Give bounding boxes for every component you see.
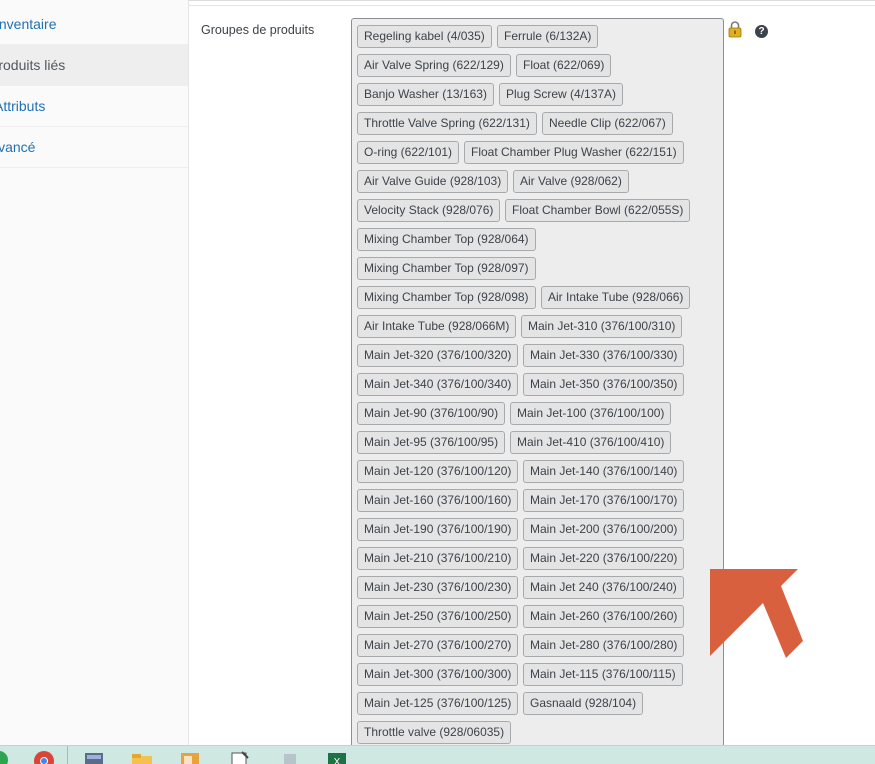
chrome-icon[interactable] <box>33 749 55 764</box>
calculator-icon[interactable] <box>83 749 105 764</box>
product-group-tag[interactable]: Main Jet-350 (376/100/350) <box>523 373 685 396</box>
product-group-tag[interactable]: Throttle Valve Spring (622/131) <box>357 112 537 135</box>
tab-linked-products[interactable]: Produits liés <box>0 45 188 86</box>
product-group-tag[interactable]: Main Jet-280 (376/100/280) <box>523 634 685 657</box>
product-group-tag[interactable]: Plug Screw (4/137A) <box>499 83 624 106</box>
product-group-tag[interactable]: Main Jet-340 (376/100/340) <box>357 373 519 396</box>
notepad-icon[interactable] <box>228 749 250 764</box>
product-group-tag[interactable]: Main Jet-160 (376/100/160) <box>357 489 519 512</box>
product-group-tag[interactable]: Main Jet-90 (376/100/90) <box>357 402 506 425</box>
tab-attributes[interactable]: Attributs <box>0 86 188 127</box>
product-group-tag[interactable]: Banjo Washer (13/163) <box>357 83 494 106</box>
product-group-tag[interactable]: Mixing Chamber Top (928/097) <box>357 257 536 280</box>
tab-inventory-label: Inventaire <box>0 16 57 32</box>
outlook-icon[interactable] <box>179 749 201 764</box>
product-group-tag[interactable]: Main Jet-190 (376/100/190) <box>357 518 519 541</box>
product-groups-label: Groupes de produits <box>201 23 315 37</box>
product-group-tag[interactable]: Regeling kabel (4/035) <box>357 25 492 48</box>
product-group-tag[interactable]: Main Jet-410 (376/100/410) <box>510 431 672 454</box>
product-group-tag[interactable]: Mixing Chamber Top (928/098) <box>357 286 536 309</box>
product-group-tag[interactable]: Throttle valve (928/06035) <box>357 721 512 744</box>
product-group-tag[interactable]: Air Valve Spring (622/129) <box>357 54 511 77</box>
help-icon[interactable]: ? <box>755 25 768 38</box>
product-group-tag[interactable]: Needle Clip (622/067) <box>542 112 673 135</box>
product-group-tag[interactable]: Main Jet-310 (376/100/310) <box>521 315 683 338</box>
product-group-tag[interactable]: Main Jet 240 (376/100/240) <box>523 576 684 599</box>
product-group-tag[interactable]: Main Jet-170 (376/100/170) <box>523 489 685 512</box>
app-icon[interactable] <box>0 749 10 764</box>
taskbar-separator <box>67 746 68 764</box>
app-icon[interactable] <box>279 749 301 764</box>
product-group-tag[interactable]: Main Jet-200 (376/100/200) <box>523 518 685 541</box>
product-group-tag[interactable]: Float Chamber Plug Washer (622/151) <box>464 141 684 164</box>
product-group-tag[interactable]: Air Valve Guide (928/103) <box>357 170 509 193</box>
taskbar: X <box>0 745 875 764</box>
product-group-tag[interactable]: Main Jet-250 (376/100/250) <box>357 605 519 628</box>
product-group-tag[interactable]: Float (622/069) <box>516 54 612 77</box>
product-group-tag[interactable]: Main Jet-320 (376/100/320) <box>357 344 519 367</box>
tab-advanced[interactable]: Avancé <box>0 127 188 168</box>
product-group-tag[interactable]: Main Jet-95 (376/100/95) <box>357 431 506 454</box>
product-group-tag[interactable]: Ferrule (6/132A) <box>497 25 599 48</box>
product-group-tag[interactable]: Main Jet-230 (376/100/230) <box>357 576 519 599</box>
tab-advanced-label: Avancé <box>0 139 36 155</box>
tab-linked-products-label: Produits liés <box>0 57 66 73</box>
product-group-tag[interactable]: Air Intake Tube (928/066M) <box>357 315 517 338</box>
product-group-tag[interactable]: Air Intake Tube (928/066) <box>541 286 691 309</box>
product-group-tag[interactable]: Mixing Chamber Top (928/064) <box>357 228 536 251</box>
product-data-tabs: Inventaire Produits liés Attributs Avanc… <box>0 0 189 745</box>
product-group-tag[interactable]: Main Jet-300 (376/100/300) <box>357 663 519 686</box>
product-group-tag[interactable]: Float Chamber Bowl (622/055S) <box>505 199 691 222</box>
product-group-tag[interactable]: Main Jet-125 (376/100/125) <box>357 692 519 715</box>
product-group-tag[interactable]: Main Jet-260 (376/100/260) <box>523 605 685 628</box>
product-group-tag[interactable]: Air Valve (928/062) <box>513 170 629 193</box>
tab-attributes-label: Attributs <box>0 98 46 114</box>
lock-icon <box>728 21 742 38</box>
tab-inventory[interactable]: Inventaire <box>0 4 188 45</box>
excel-icon[interactable]: X <box>326 749 348 764</box>
product-group-tag[interactable]: O-ring (622/101) <box>357 141 460 164</box>
panel-top-border <box>189 5 875 6</box>
product-group-tag[interactable]: Main Jet-270 (376/100/270) <box>357 634 519 657</box>
product-group-tag[interactable]: Main Jet-330 (376/100/330) <box>523 344 685 367</box>
product-group-tag[interactable]: Velocity Stack (928/076) <box>357 199 501 222</box>
product-group-tag[interactable]: Main Jet-100 (376/100/100) <box>510 402 672 425</box>
product-group-tag[interactable]: Main Jet-210 (376/100/210) <box>357 547 519 570</box>
product-group-tag[interactable]: Main Jet-220 (376/100/220) <box>523 547 685 570</box>
product-group-tag[interactable]: Main Jet-140 (376/100/140) <box>523 460 685 483</box>
product-group-tag[interactable]: Main Jet-115 (376/100/115) <box>523 663 683 686</box>
product-group-tag[interactable]: Gasnaald (928/104) <box>523 692 644 715</box>
annotation-arrow-icon <box>710 569 803 658</box>
file-explorer-icon[interactable] <box>131 749 153 764</box>
product-groups-select[interactable]: Regeling kabel (4/035) Ferrule (6/132A) Ai… <box>351 18 724 758</box>
product-group-tag[interactable]: Main Jet-120 (376/100/120) <box>357 460 519 483</box>
